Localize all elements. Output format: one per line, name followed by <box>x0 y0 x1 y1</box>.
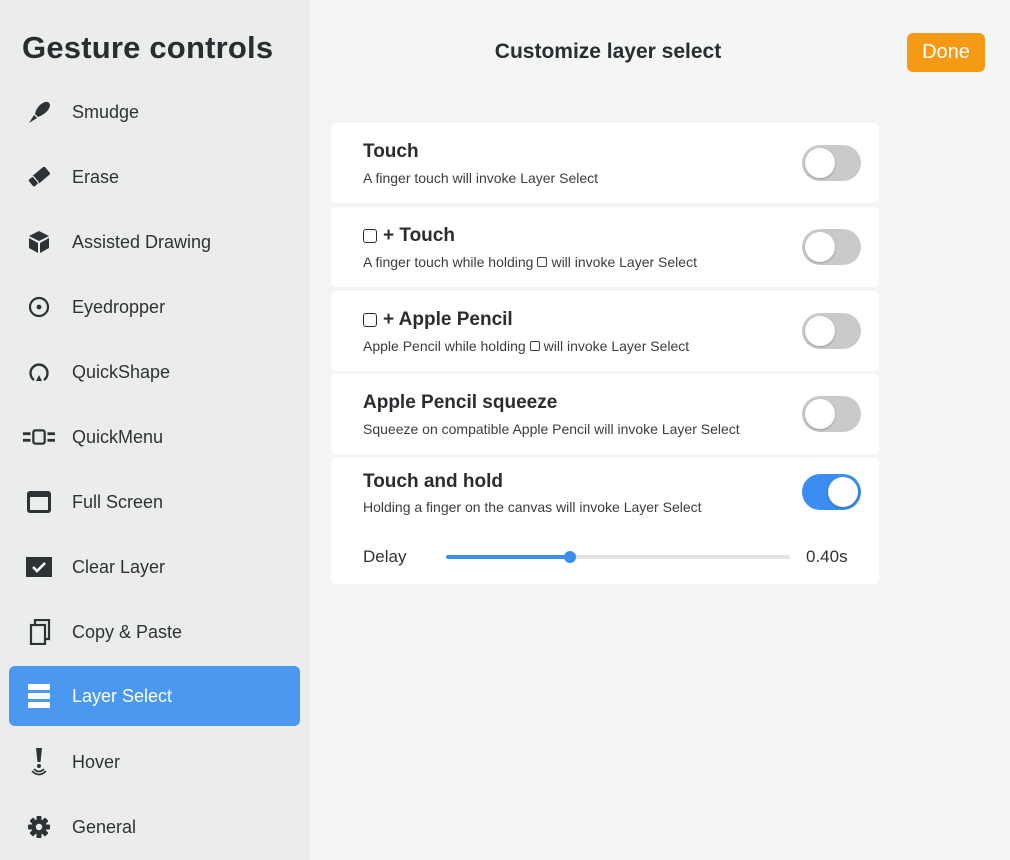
eraser-icon <box>23 164 55 190</box>
clear-layer-icon <box>23 554 55 580</box>
option-subtitle-text: Apple Pencil while holding <box>363 338 526 354</box>
sidebar-item-quickshape[interactable]: QuickShape <box>9 342 300 402</box>
sidebar: Gesture controls Smudge Erase Assisted D… <box>0 0 310 860</box>
sidebar-item-smudge[interactable]: Smudge <box>9 82 300 142</box>
sidebar-item-label: General <box>72 817 137 837</box>
modifier-square-icon <box>529 341 540 351</box>
sidebar-item-label: Assisted Drawing <box>72 232 212 252</box>
fullscreen-icon <box>23 489 55 515</box>
option-card-modifier-pencil: + Apple Pencil Apple Pencil while holdin… <box>331 291 879 371</box>
option-title: Apple Pencil squeeze <box>363 392 557 414</box>
gear-icon <box>23 814 55 840</box>
sidebar-item-clear-layer[interactable]: Clear Layer <box>9 537 300 597</box>
copy-paste-icon <box>23 619 55 645</box>
option-subtitle: Apple Pencil while holding will invoke La… <box>363 338 689 354</box>
sidebar-item-full-screen[interactable]: Full Screen <box>9 472 300 532</box>
sidebar-item-label: Smudge <box>72 102 140 122</box>
option-subtitle-text: will invoke Layer Select <box>543 338 690 354</box>
option-card-pencil-squeeze: Apple Pencil squeeze Squeeze on compatib… <box>331 374 879 454</box>
delay-label: Delay <box>363 547 407 566</box>
sidebar-item-eyedropper[interactable]: Eyedropper <box>9 277 300 337</box>
eyedropper-icon <box>23 294 55 320</box>
option-subtitle-text: Squeeze on compatible Apple Pencil will … <box>363 421 740 437</box>
option-subtitle: A finger touch will invoke Layer Select <box>363 170 598 186</box>
modifier-square-icon <box>537 257 548 267</box>
sidebar-item-quickmenu[interactable]: QuickMenu <box>9 407 300 467</box>
sidebar-item-label: Full Screen <box>72 492 164 512</box>
sidebar-item-layer-select[interactable]: Layer Select <box>9 666 300 726</box>
touch-toggle[interactable] <box>802 145 861 181</box>
option-title: Touch <box>363 141 419 163</box>
smudge-icon <box>23 99 55 125</box>
sidebar-item-label: Clear Layer <box>72 557 166 577</box>
toggle-knob <box>805 232 835 262</box>
sidebar-item-label: QuickShape <box>72 362 171 382</box>
hover-icon <box>23 748 55 776</box>
toggle-knob <box>805 148 835 178</box>
sidebar-item-erase[interactable]: Erase <box>9 147 300 207</box>
sidebar-item-general[interactable]: General <box>9 797 300 857</box>
done-button[interactable]: Done <box>907 33 985 72</box>
sidebar-item-label: Eyedropper <box>72 297 166 317</box>
quickmenu-icon <box>23 424 55 450</box>
option-title-text: + Apple Pencil <box>383 309 513 330</box>
layer-select-icon <box>23 683 55 709</box>
delay-slider[interactable] <box>446 551 790 563</box>
option-title: Touch and hold <box>363 471 503 493</box>
option-subtitle: Squeeze on compatible Apple Pencil will … <box>363 421 740 437</box>
sidebar-item-label: Copy & Paste <box>72 622 183 642</box>
option-title: + Apple Pencil <box>363 309 513 331</box>
sidebar-item-label: QuickMenu <box>72 427 164 447</box>
sidebar-item-label: Layer Select <box>72 686 173 706</box>
delay-slider-thumb[interactable] <box>563 551 576 563</box>
option-title-text: + Touch <box>383 225 455 246</box>
pencil-squeeze-toggle[interactable] <box>802 396 861 432</box>
option-subtitle-text: A finger touch while holding <box>363 254 534 270</box>
touch-and-hold-toggle[interactable] <box>802 474 861 510</box>
modifier-square-icon <box>363 229 377 243</box>
sidebar-title: Gesture controls <box>22 30 274 65</box>
delay-value: 0.40s <box>806 547 848 566</box>
toggle-knob <box>805 399 835 429</box>
sidebar-item-hover[interactable]: Hover <box>9 732 300 792</box>
sidebar-item-label: Erase <box>72 167 120 187</box>
option-subtitle: A finger touch while holding will invoke … <box>363 254 697 270</box>
quickshape-icon <box>23 359 55 385</box>
sidebar-item-assisted-drawing[interactable]: Assisted Drawing <box>9 212 300 272</box>
option-subtitle-text: Holding a finger on the canvas will invo… <box>363 499 702 515</box>
option-card-touch-and-hold: Touch and hold Holding a finger on the c… <box>331 458 879 584</box>
option-subtitle-text: will invoke Layer Select <box>551 254 697 270</box>
option-subtitle-text: A finger touch will invoke Layer Select <box>363 170 599 186</box>
delay-slider-fill <box>446 555 570 559</box>
option-subtitle: Holding a finger on the canvas will invo… <box>363 499 702 515</box>
toggle-knob <box>805 316 835 346</box>
toggle-knob <box>828 477 858 507</box>
modifier-pencil-toggle[interactable] <box>802 313 861 349</box>
sidebar-item-copy-paste[interactable]: Copy & Paste <box>9 602 300 662</box>
sidebar-item-label: Hover <box>72 752 121 772</box>
option-title: + Touch <box>363 225 455 247</box>
option-title-text: Touch and hold <box>363 471 504 492</box>
modifier-square-icon <box>363 313 377 327</box>
option-card-touch: Touch A finger touch will invoke Layer S… <box>331 123 879 203</box>
option-title-text: Apple Pencil squeeze <box>363 392 558 413</box>
modifier-touch-toggle[interactable] <box>802 229 861 265</box>
option-card-modifier-touch: + Touch A finger touch while holding will… <box>331 207 879 287</box>
option-title-text: Touch <box>363 141 419 162</box>
page-title: Customize layer select <box>494 40 722 63</box>
cube-icon <box>23 229 55 255</box>
